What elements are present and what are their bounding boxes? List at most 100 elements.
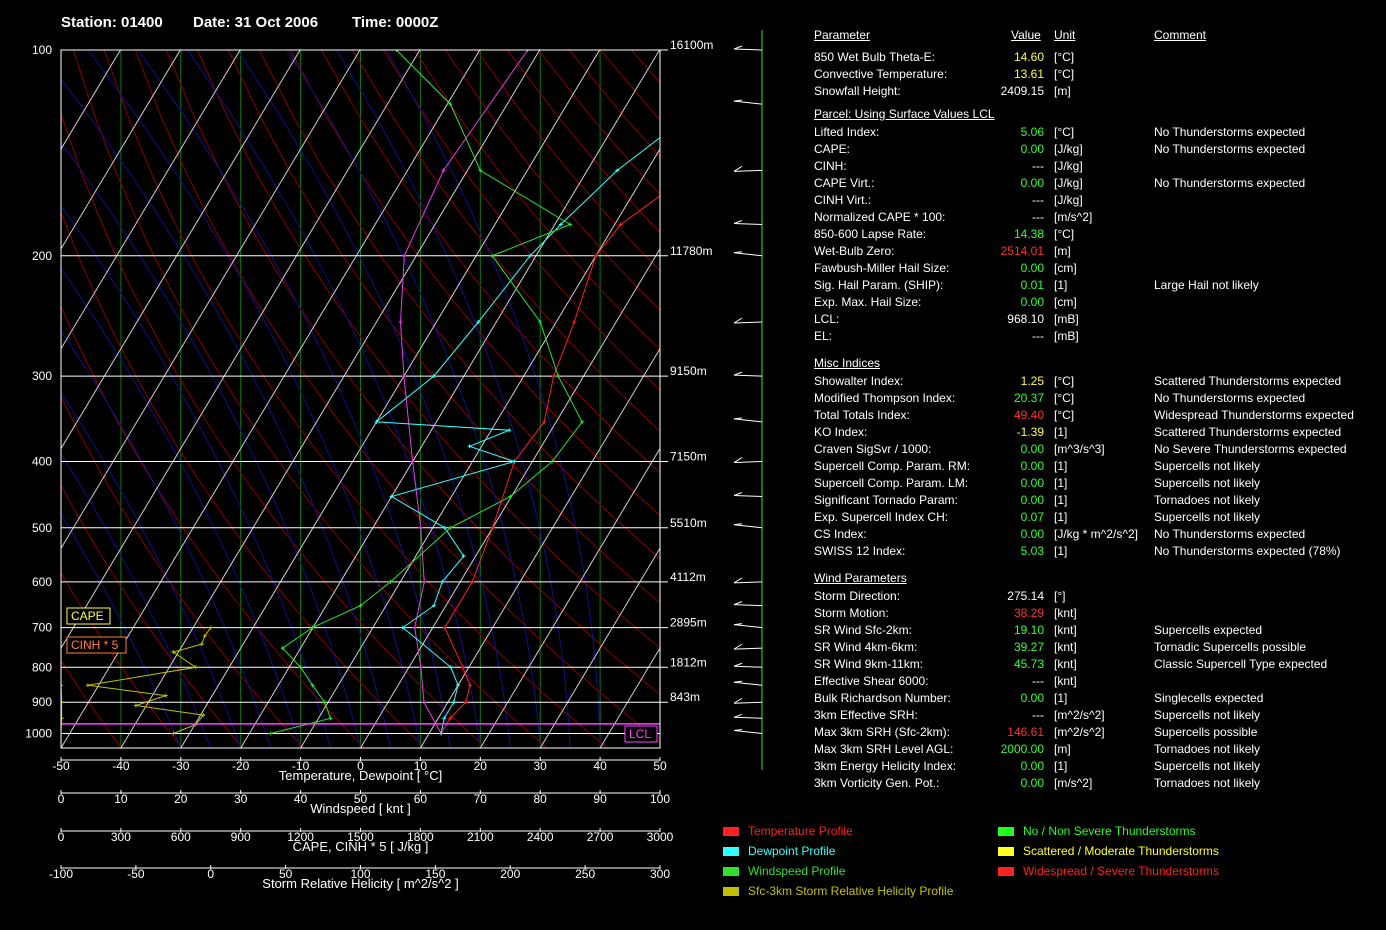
param-unit: [°C]	[1054, 125, 1075, 139]
wind-barb-flag	[733, 417, 743, 420]
param-unit: [m^2/s^2]	[1054, 708, 1105, 722]
wind-barb	[733, 665, 763, 668]
legend-label: Temperature Profile	[748, 824, 853, 838]
param-unit: [°C]	[1054, 50, 1075, 64]
legend-swatch	[723, 867, 739, 877]
axis-tick-label: 900	[230, 830, 251, 844]
param-name: Convective Temperature:	[814, 67, 948, 81]
param-value: 0.00	[1020, 493, 1044, 507]
param-value: 1.25	[1020, 374, 1044, 388]
legend-item: Scattered / Moderate Thunderstorms	[998, 844, 1219, 858]
param-unit: [J/kg * m^2/s^2]	[1054, 527, 1138, 541]
wind-barb	[733, 624, 763, 629]
pressure-tick-label: 400	[32, 455, 52, 469]
axis-tick-label: 50	[653, 759, 667, 773]
pressure-tick-label: 600	[32, 575, 52, 589]
param-name: Lifted Index:	[814, 125, 880, 139]
isotherm-line	[0, 50, 61, 748]
param-name: Bulk Richardson Number:	[814, 691, 951, 705]
param-value: ---	[1032, 708, 1044, 722]
param-header-parameter: Parameter	[814, 28, 871, 42]
lcl-label: LCL	[629, 727, 651, 741]
wind-barb	[733, 418, 763, 423]
param-unit: [°C]	[1054, 227, 1075, 241]
param-value: 49.40	[1013, 408, 1044, 422]
param-name: Significant Tornado Param:	[814, 493, 958, 507]
wind-barb	[733, 321, 763, 324]
param-value: 146.61	[1007, 725, 1044, 739]
wind-barb-flag	[733, 45, 743, 50]
legend-item: No / Non Severe Thunderstorms	[998, 824, 1196, 838]
temperature-profile-point	[817, 102, 821, 106]
param-header-value: Value	[1011, 28, 1041, 42]
param-name: Max 3km SRH (Sfc-2km):	[814, 725, 951, 739]
height-label: 1812m	[670, 655, 707, 669]
legend-label: Dewpoint Profile	[748, 844, 836, 858]
param-name: SR Wind 9km-11km:	[814, 657, 924, 671]
axis-tick-label: 3000	[646, 830, 674, 844]
wind-barb-flag	[733, 371, 743, 376]
wind-barb-flag	[733, 99, 743, 102]
axis-tick-label: 0	[207, 867, 215, 881]
param-unit: [J/kg]	[1054, 142, 1083, 156]
param-comment: Scattered Thunderstorms expected	[1154, 374, 1342, 388]
param-name: Snowfall Height:	[814, 84, 901, 98]
param-unit: [°]	[1054, 589, 1066, 603]
axis-tick-label: 10	[114, 792, 128, 806]
param-comment: Tornadoes not likely	[1154, 742, 1261, 756]
legend-swatch	[998, 827, 1014, 837]
section-title: Wind Parameters	[814, 571, 907, 585]
legend-item: Windspeed Profile	[723, 864, 845, 878]
param-name: CAPE Virt.:	[814, 176, 875, 190]
param-name: Showalter Index:	[814, 374, 904, 388]
param-name: CINH:	[814, 159, 847, 173]
legend-item: Sfc-3km Storm Relative Helicity Profile	[723, 884, 953, 898]
param-value: ---	[1032, 329, 1044, 343]
param-unit: [1]	[1054, 493, 1068, 507]
axis-title: Windspeed [ knt ]	[310, 801, 411, 816]
param-name: 3km Vorticity Gen. Pot.:	[814, 776, 940, 790]
wind-barb	[733, 730, 763, 735]
axis-tick-label: -100	[48, 867, 74, 881]
param-value: 45.73	[1013, 657, 1044, 671]
param-unit: [1]	[1054, 510, 1068, 524]
param-unit: [1]	[1054, 459, 1068, 473]
param-comment: No Thunderstorms expected	[1154, 527, 1306, 541]
wind-barb-flag	[733, 251, 743, 254]
param-name: KO Index:	[814, 425, 868, 439]
param-name: Sig. Hail Param. (SHIP):	[814, 278, 944, 292]
param-name: Storm Motion:	[814, 606, 889, 620]
param-value: 13.61	[1013, 67, 1044, 81]
param-value: 0.00	[1020, 691, 1044, 705]
param-unit: [knt]	[1054, 623, 1077, 637]
legend-label: Widespread / Severe Thunderstorms	[1023, 864, 1219, 878]
axis-tick-label: 70	[473, 792, 487, 806]
param-comment: Supercells not likely	[1154, 759, 1261, 773]
param-value: 0.00	[1020, 527, 1044, 541]
legend-item: Temperature Profile	[723, 824, 853, 838]
param-name: Max 3km SRH Level AGL:	[814, 742, 954, 756]
wind-barb-flag	[733, 457, 743, 463]
param-name: SR Wind Sfc-2km:	[814, 623, 913, 637]
param-unit: [knt]	[1054, 657, 1077, 671]
param-unit: [m]	[1054, 244, 1071, 258]
axis-tick-label: 2100	[466, 830, 494, 844]
param-unit: [knt]	[1054, 674, 1077, 688]
wind-barb	[733, 222, 763, 225]
param-value: 275.14	[1007, 589, 1044, 603]
param-value: 38.29	[1013, 606, 1044, 620]
param-name: 850 Wet Bulb Theta-E:	[814, 50, 935, 64]
param-name: EL:	[814, 329, 833, 343]
pressure-tick-label: 200	[32, 249, 52, 263]
legend-label: Scattered / Moderate Thunderstorms	[1023, 844, 1219, 858]
param-value: ---	[1032, 193, 1044, 207]
axis-title: Temperature, Dewpoint [ °C]	[278, 768, 443, 783]
legend-swatch	[723, 827, 739, 837]
wind-barb-flag	[733, 220, 743, 224]
param-name: Exp. Supercell Index CH:	[814, 510, 949, 524]
wind-barb-flag	[733, 662, 743, 667]
param-name: Craven SigSvr / 1000:	[814, 442, 932, 456]
axis-tick-label: -50	[127, 867, 145, 881]
pressure-tick-label: 900	[32, 695, 52, 709]
pressure-tick-label: 700	[32, 621, 52, 635]
